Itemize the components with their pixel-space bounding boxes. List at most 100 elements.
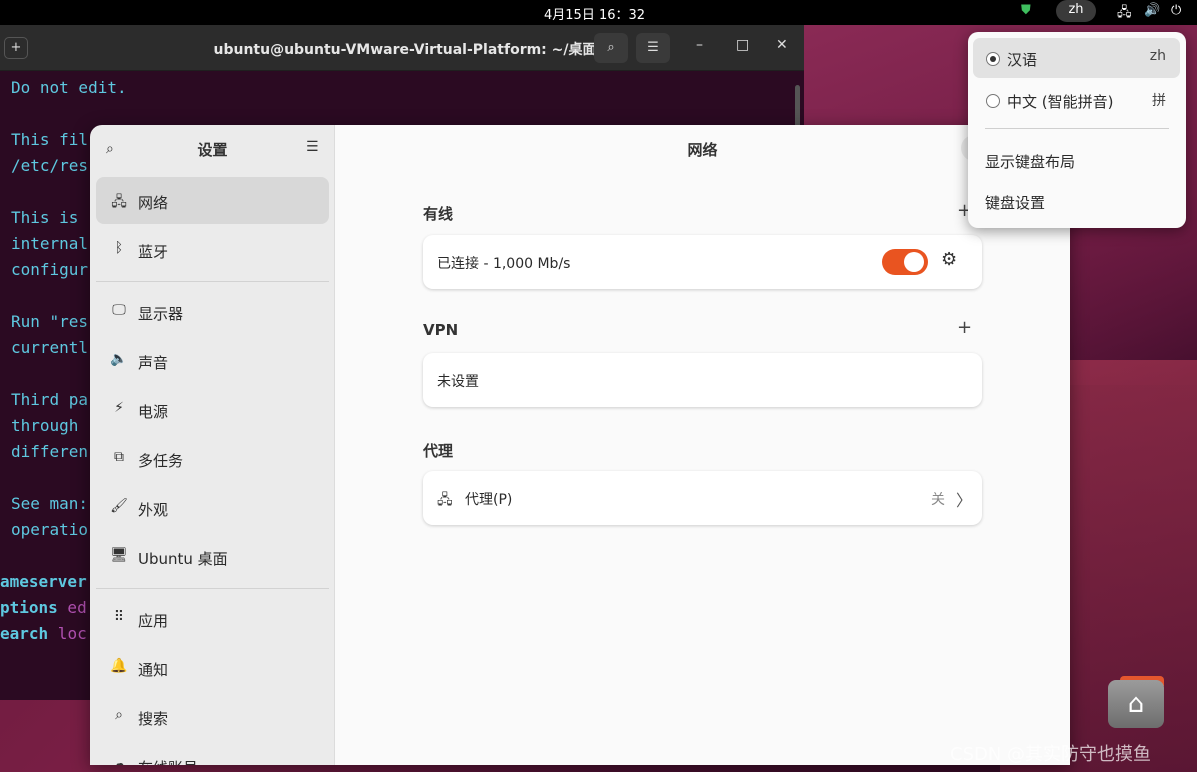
sidebar-item-power[interactable]: ⚡ 电源 bbox=[96, 386, 329, 433]
proxy-value: 关 bbox=[931, 492, 945, 508]
config-key: ptions bbox=[0, 598, 58, 617]
sidebar-item-bluetooth[interactable]: ᛒ 蓝牙 bbox=[96, 226, 329, 273]
wired-heading: 有线 bbox=[423, 205, 454, 223]
option-shortcut: zh bbox=[1149, 48, 1166, 64]
sidebar-item-label: 多任务 bbox=[138, 452, 184, 470]
settings-sidebar: ⌕ 设置 ☰ 🖧 网络 ᛒ 蓝牙 🖵 显示器 🔈 声音 ⚡ 电源 ⧉ 多任务 🖌 外观 🖥 Ubuntu 桌面… bbox=[90, 125, 335, 765]
terminal-line: Third pa bbox=[11, 390, 89, 409]
network-icon: 🖧 bbox=[111, 194, 127, 210]
terminal-line: This fil bbox=[11, 130, 89, 149]
sidebar-item-label: 声音 bbox=[138, 354, 169, 372]
sidebar-item-label: 网络 bbox=[138, 194, 169, 212]
top-bar: 4月15日 16：32 ⛊ zh 🖧 🔊 ⏻ bbox=[0, 0, 1197, 25]
gear-icon[interactable]: ⚙ bbox=[941, 249, 957, 270]
apps-icon: ⠿ bbox=[113, 609, 125, 625]
hamburger-menu-icon[interactable]: ☰ bbox=[306, 139, 319, 155]
proxy-row[interactable]: 🖧 代理(P) 关 〉 bbox=[423, 471, 982, 525]
terminal-line: through bbox=[11, 416, 89, 435]
sidebar-item-search[interactable]: ⌕ 搜索 bbox=[96, 693, 329, 740]
terminal-menu-button[interactable]: ☰ bbox=[636, 33, 670, 63]
terminal-line: Run "res bbox=[11, 312, 89, 331]
sidebar-item-label: 电源 bbox=[138, 403, 169, 421]
terminal-title: ubuntu@ubuntu-VMware-Virtual-Platform: ~… bbox=[213, 42, 597, 58]
add-vpn-button[interactable]: + bbox=[957, 317, 972, 338]
terminal-line: See man: bbox=[11, 494, 89, 513]
terminal-line: differen bbox=[11, 442, 89, 461]
terminal-line: currentl bbox=[11, 338, 89, 357]
option-label: 中文 (智能拼音) bbox=[1007, 93, 1114, 111]
terminal-config-line: ptions ed bbox=[0, 595, 87, 621]
input-method-popup: 汉语 zh 中文 (智能拼音) 拼 显示键盘布局 键盘设置 bbox=[968, 32, 1186, 228]
multitasking-icon: ⧉ bbox=[114, 449, 124, 465]
new-tab-button[interactable]: + bbox=[4, 37, 28, 59]
terminal-config-line: earch loc bbox=[0, 621, 87, 647]
vpn-heading: VPN bbox=[423, 321, 459, 339]
terminal-config-line: ameserver bbox=[0, 569, 87, 595]
search-icon: ⌕ bbox=[115, 707, 123, 723]
network-panel: 网络 有线 + 已连接 - 1,000 Mb/s ⚙ VPN + 未设置 代理 … bbox=[335, 125, 1070, 765]
terminal-line: /etc/res bbox=[11, 156, 89, 175]
close-button[interactable]: ✕ bbox=[776, 37, 788, 53]
appearance-icon: 🖌 bbox=[110, 498, 128, 514]
toggle-knob bbox=[904, 252, 924, 272]
volume-icon[interactable]: 🔊 bbox=[1144, 3, 1160, 18]
online-accounts-icon: ☁ bbox=[112, 756, 126, 765]
terminal-line: operatio bbox=[11, 520, 89, 539]
sidebar-item-appearance[interactable]: 🖌 外观 bbox=[96, 484, 329, 531]
radio-icon bbox=[986, 94, 1000, 108]
divider bbox=[985, 128, 1169, 129]
option-shortcut: 拼 bbox=[1152, 93, 1166, 109]
sidebar-item-network[interactable]: 🖧 网络 bbox=[96, 177, 329, 224]
notifications-icon: 🔔 bbox=[110, 658, 128, 674]
terminal-line: This is bbox=[11, 208, 89, 227]
sidebar-item-apps[interactable]: ⠿ 应用 bbox=[96, 595, 329, 642]
sidebar-item-notifications[interactable]: 🔔 通知 bbox=[96, 644, 329, 691]
sidebar-divider bbox=[96, 588, 329, 589]
sidebar-item-label: 外观 bbox=[138, 501, 169, 519]
wired-connection-card: 已连接 - 1,000 Mb/s ⚙ bbox=[423, 235, 982, 289]
ubuntu-desktop-icon: 🖥 bbox=[110, 547, 128, 563]
vpn-status: 未设置 bbox=[437, 374, 479, 390]
sidebar-divider bbox=[96, 281, 329, 282]
config-key: ameserver bbox=[0, 572, 87, 591]
terminal-line: internal bbox=[11, 234, 89, 253]
config-value: ed bbox=[57, 598, 87, 617]
vpn-card: 未设置 bbox=[423, 353, 982, 407]
sidebar-item-label: 在线账号 bbox=[138, 757, 198, 765]
keyboard-settings-item[interactable]: 键盘设置 bbox=[985, 192, 1045, 213]
proxy-heading: 代理 bbox=[423, 442, 454, 460]
proxy-label: 代理(P) bbox=[465, 492, 513, 508]
sidebar-item-label: 搜索 bbox=[138, 710, 169, 728]
sound-icon: 🔈 bbox=[110, 351, 128, 367]
maximize-button[interactable]: □ bbox=[736, 37, 749, 53]
page-title: 网络 bbox=[687, 141, 718, 159]
sidebar-title: 设置 bbox=[197, 141, 228, 159]
minimize-button[interactable]: – bbox=[696, 37, 703, 53]
display-icon: 🖵 bbox=[112, 302, 126, 318]
wired-toggle[interactable] bbox=[882, 249, 928, 275]
sidebar-item-label: 通知 bbox=[138, 661, 169, 679]
home-folder-icon[interactable]: ⌂ bbox=[1108, 680, 1164, 728]
input-method-option-hanyu[interactable]: 汉语 zh bbox=[973, 38, 1180, 78]
input-method-option-pinyin[interactable]: 中文 (智能拼音) 拼 bbox=[973, 80, 1180, 120]
sidebar-item-sound[interactable]: 🔈 声音 bbox=[96, 337, 329, 384]
chevron-right-icon: 〉 bbox=[956, 491, 973, 510]
radio-icon bbox=[986, 52, 1000, 66]
sidebar-item-ubuntu-desktop[interactable]: 🖥 Ubuntu 桌面 bbox=[96, 533, 329, 580]
config-key: earch bbox=[0, 624, 49, 643]
show-keyboard-layout-item[interactable]: 显示键盘布局 bbox=[985, 151, 1075, 172]
settings-window: ⌕ 设置 ☰ 🖧 网络 ᛒ 蓝牙 🖵 显示器 🔈 声音 ⚡ 电源 ⧉ 多任务 🖌 外观 🖥 Ubuntu 桌面… bbox=[90, 125, 1070, 765]
network-status-icon[interactable]: 🖧 bbox=[1117, 3, 1132, 25]
sidebar-item-label: 显示器 bbox=[138, 305, 184, 323]
clock[interactable]: 4月15日 16：32 bbox=[544, 4, 645, 23]
sidebar-item-online-accounts[interactable]: ☁ 在线账号 bbox=[96, 742, 329, 765]
watermark: CSDN @其实防守也摸鱼 bbox=[950, 744, 1152, 765]
terminal-line: configur bbox=[11, 260, 89, 279]
sidebar-item-multitasking[interactable]: ⧉ 多任务 bbox=[96, 435, 329, 482]
input-method-indicator[interactable]: zh bbox=[1056, 0, 1096, 22]
sidebar-item-display[interactable]: 🖵 显示器 bbox=[96, 288, 329, 335]
security-shield-icon[interactable]: ⛊ bbox=[1021, 3, 1031, 18]
power-icon: ⚡ bbox=[114, 400, 124, 416]
power-menu-icon[interactable]: ⏻ bbox=[1171, 3, 1181, 18]
terminal-search-button[interactable]: ⌕ bbox=[594, 33, 628, 63]
